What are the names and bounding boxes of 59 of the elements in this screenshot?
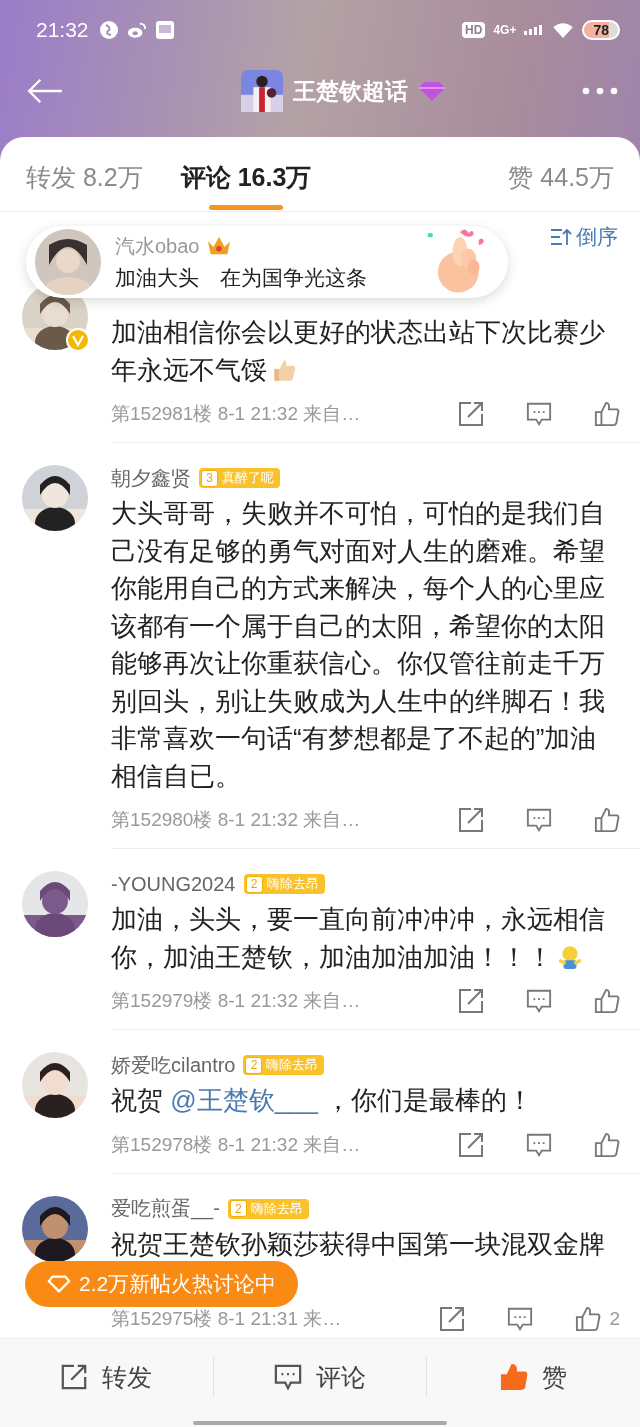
hd-indicator: HD [462, 22, 486, 38]
comment-icon[interactable] [507, 1306, 534, 1332]
level-badge: 3 真醉了呢 [199, 468, 280, 488]
sort-button[interactable]: 倒序 [550, 223, 618, 251]
share-icon[interactable] [458, 988, 484, 1014]
user-name[interactable]: 娇爱吃cilantro [111, 1051, 236, 1079]
level-badge: 2 嗨除去昂 [243, 874, 325, 894]
mention-link[interactable]: @王楚钦___ [170, 1085, 318, 1115]
comment-meta: 第152978楼 8-1 21:32 来自… [111, 1132, 361, 1157]
share-icon[interactable] [458, 807, 484, 833]
share-icon[interactable] [458, 401, 484, 427]
like-icon[interactable] [575, 1306, 602, 1332]
diamond-icon [417, 80, 446, 102]
toast-user-name: 汽水obao [115, 233, 200, 259]
share-icon[interactable] [458, 1131, 484, 1158]
topic-title: 王楚钦超话 [292, 76, 408, 106]
comment-icon[interactable] [526, 401, 552, 427]
level-badge: 2 嗨除去昂 [243, 1055, 325, 1075]
comment-text: 大头哥哥，失败并不可怕，可怕的是我们自己没有足够的勇气对面对人生的磨难。希望你能用自己的方式来解决，每个人的心里应该都有一个属于自己的太阳，希望你的太阳能够再次让你重获信心。你仅管往前走千万别回头，别让失败成为人生中的绊脚石！我非常喜欢一句话“有梦想都是了不起的”加油相信自已。 [111, 497, 606, 793]
battery-indicator: 78 [582, 20, 620, 40]
sort-icon [550, 228, 572, 246]
comment-text: 加油，头头，要一直向前冲冲冲，永远相信你，加油王楚钦，加油加油加油！！！ [111, 903, 606, 974]
wifi-icon [552, 22, 575, 38]
comment-meta: 第152980楼 8-1 21:32 来自… [111, 808, 361, 832]
comment-meta: 第152975楼 8-1 21:31 来… [111, 1307, 342, 1331]
comment-icon[interactable] [526, 807, 552, 833]
network-indicator: 4G+ [493, 24, 517, 36]
status-time: 21:32 [36, 18, 89, 42]
comment-text: 祝贺 @王楚钦___ ，你们是最棒的！ [111, 1084, 535, 1117]
action-button[interactable]: 赞 [426, 1357, 640, 1397]
toast-text: 加油大头 在为国争光这条 [115, 264, 368, 291]
app-notification-icon [98, 20, 119, 40]
hug-emoji-icon [557, 943, 583, 970]
tab[interactable]: 评论 16.3万 [180, 137, 312, 211]
comment-text: 加油相信你会以更好的状态出站下次比赛少年永远不气馁 [111, 316, 606, 387]
like-count: 2 [609, 1308, 620, 1330]
level-badge: 2 嗨除去昂 [227, 1198, 309, 1219]
comment-meta: 第152979楼 8-1 21:32 来自… [111, 989, 361, 1013]
comment-text: 祝贺王楚钦孙颖莎获得中国第一块混双金牌 [111, 1227, 606, 1261]
action-button[interactable]: 评论 [212, 1357, 427, 1397]
tab[interactable]: 转发 8.2万 [26, 137, 143, 211]
user-name[interactable]: -YOUNG2024 [111, 872, 236, 896]
user-name[interactable]: 爱吃煎蛋__- [111, 1195, 220, 1222]
user-name[interactable]: 朝夕鑫贤 [111, 464, 191, 492]
tab[interactable]: 赞 44.5万 [508, 137, 614, 211]
back-arrow-icon[interactable] [26, 77, 64, 105]
notification-toast[interactable]: 汽水obao 加油大头 在为国争光这条 [26, 226, 508, 298]
more-icon[interactable] [582, 87, 618, 95]
comment-icon[interactable] [526, 1131, 552, 1158]
like-icon[interactable] [594, 988, 620, 1014]
gallery-icon [154, 20, 175, 40]
like-icon[interactable] [594, 1131, 620, 1158]
comment-meta: 第152981楼 8-1 21:32 来自… [111, 402, 361, 426]
action-button[interactable]: 转发 [0, 1357, 213, 1397]
like-icon[interactable] [594, 401, 620, 427]
signal-icon [524, 24, 545, 36]
like-icon[interactable] [594, 807, 620, 833]
share-icon[interactable] [439, 1306, 466, 1332]
comment-icon[interactable] [526, 988, 552, 1014]
